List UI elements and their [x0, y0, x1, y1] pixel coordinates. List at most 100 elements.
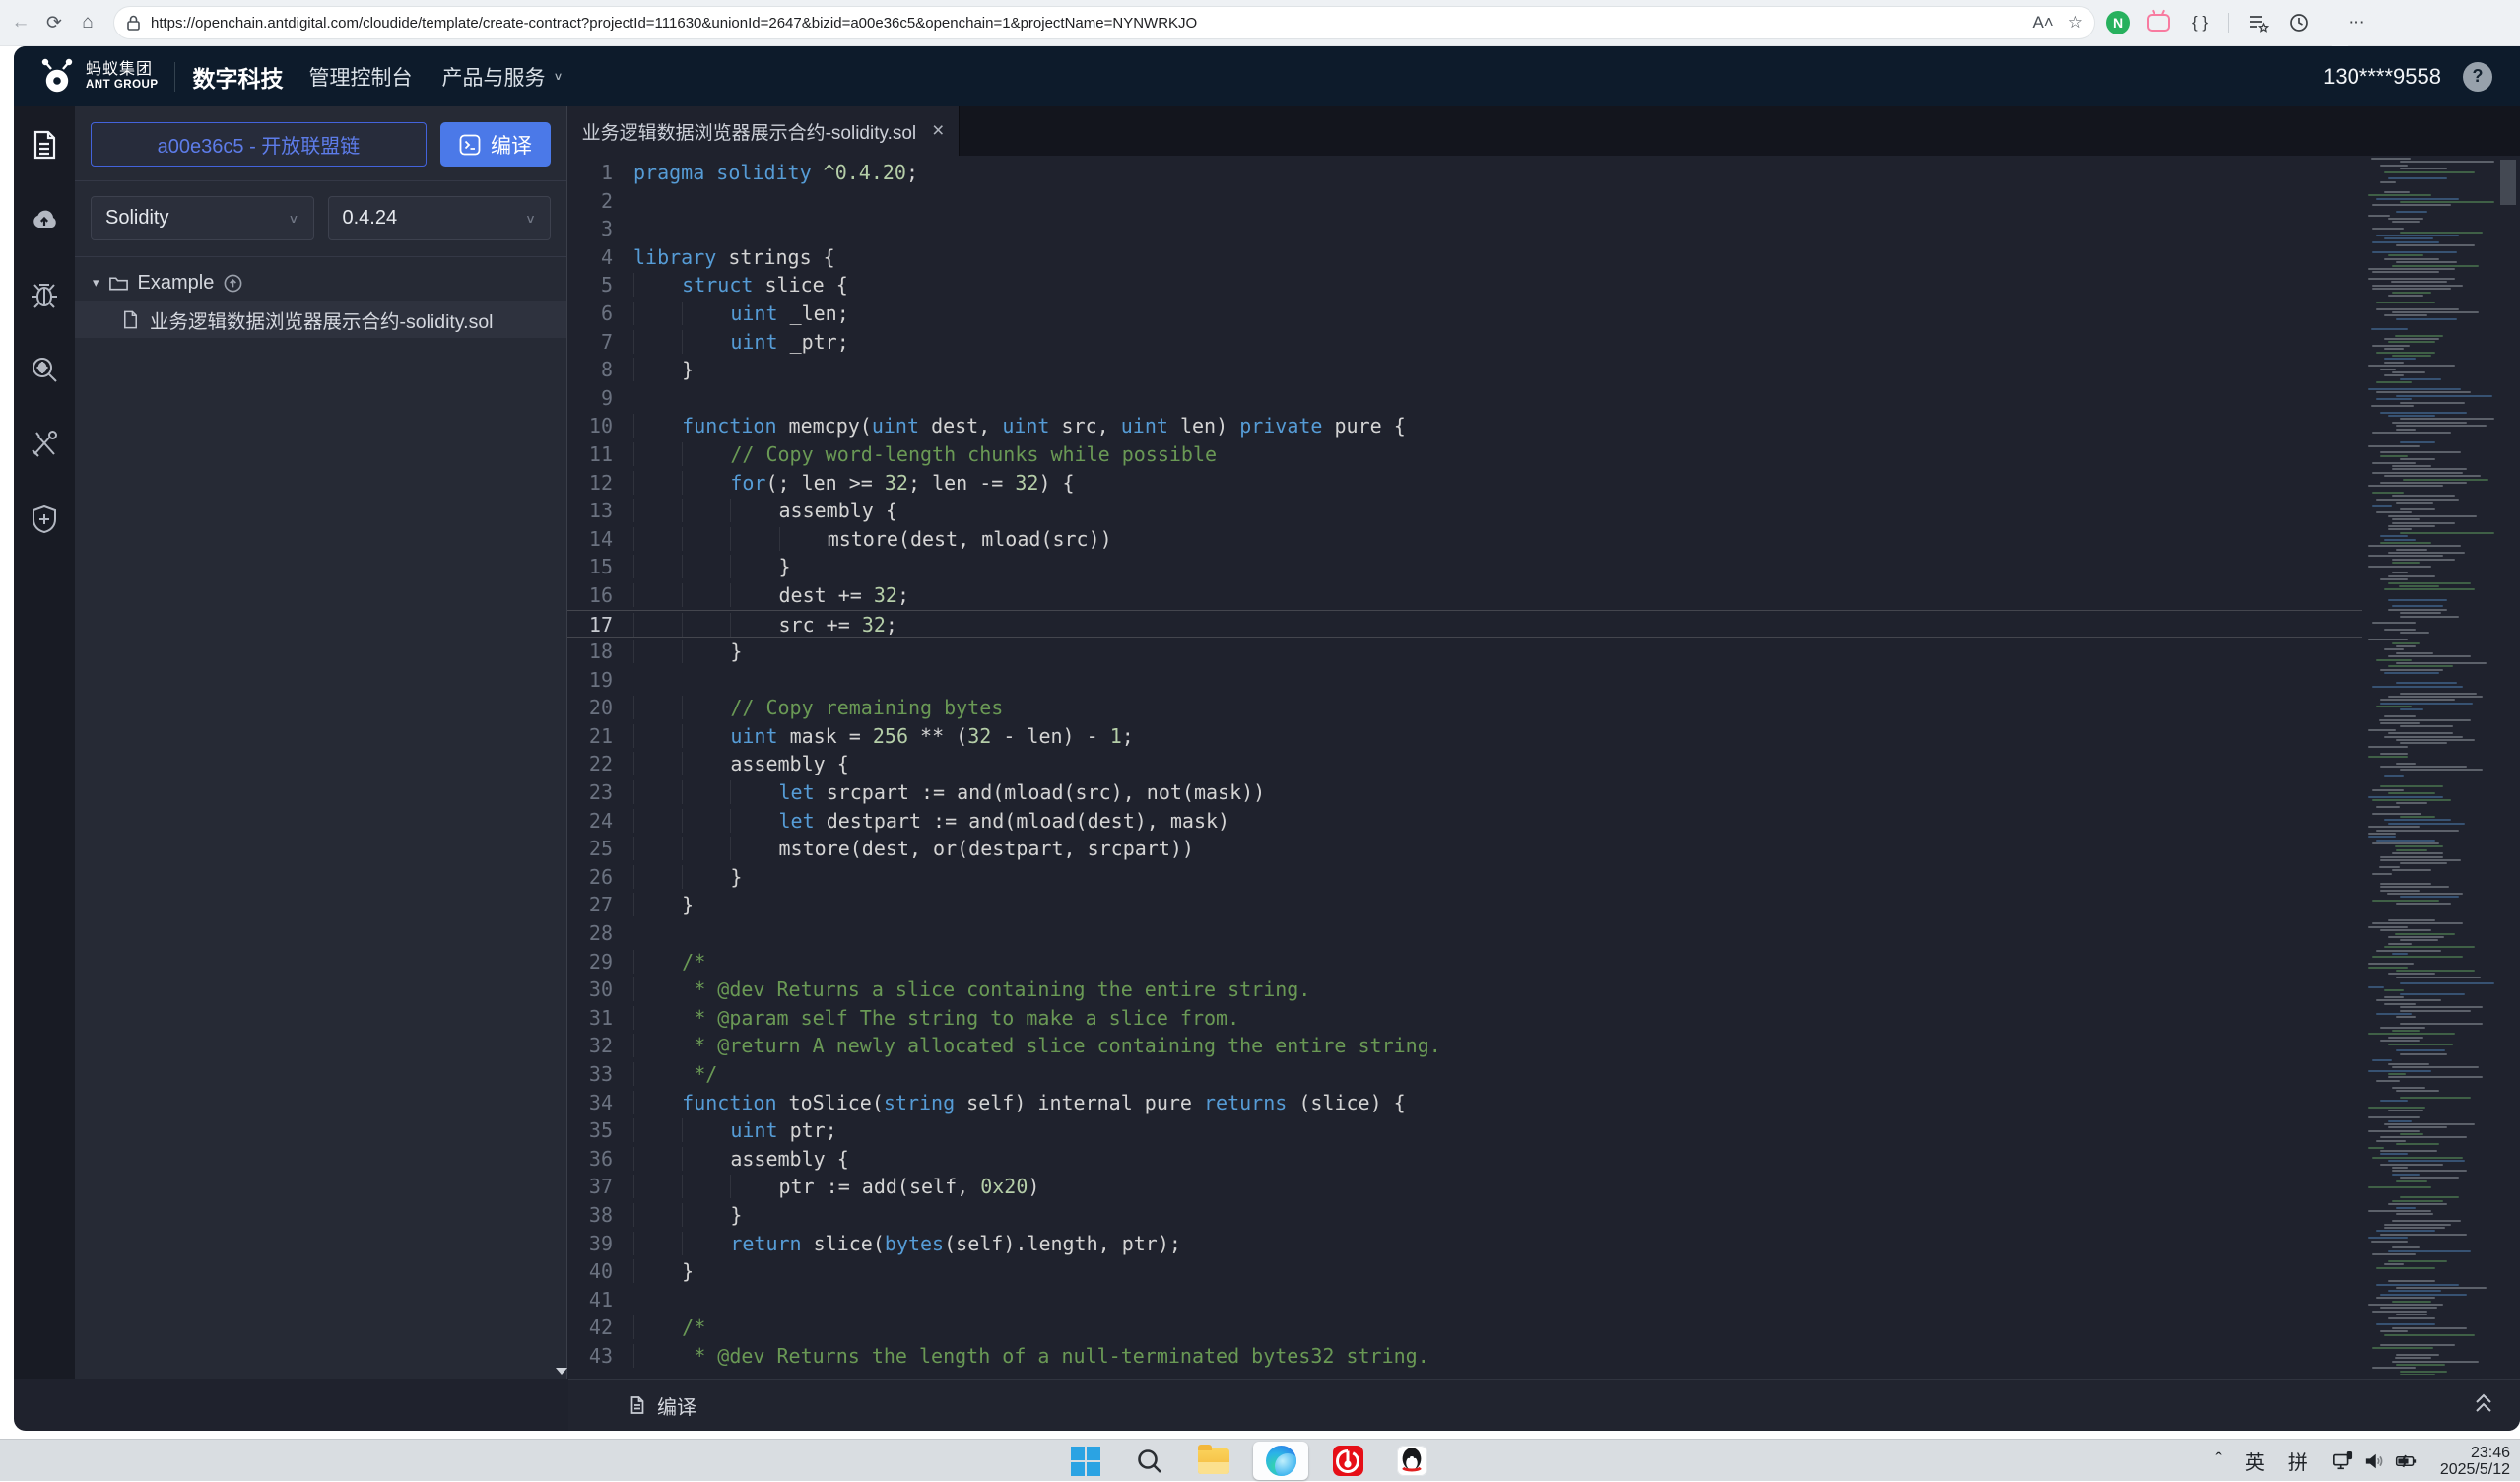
user-phone-number[interactable]: 130****9558 — [2323, 64, 2441, 90]
history-icon[interactable] — [2287, 10, 2312, 35]
code-line[interactable]: 8 } — [567, 356, 2362, 384]
code-line[interactable]: 17 src += 32; — [567, 610, 2362, 639]
clock[interactable]: 23:46 2025/5/12 — [2440, 1445, 2510, 1478]
debug-bug-icon[interactable] — [28, 278, 61, 311]
code-line[interactable]: 25 mstore(dest, or(destpart, srcpart)) — [567, 835, 2362, 863]
version-select[interactable]: 0.4.24 ∨ — [328, 196, 552, 240]
security-shield-icon[interactable] — [28, 503, 61, 536]
tree-expand-icon[interactable]: ▾ — [93, 275, 99, 291]
code-line[interactable]: 19 — [567, 666, 2362, 695]
home-icon[interactable]: ⌂ — [75, 10, 100, 35]
code-line[interactable]: 39 return slice(bytes(self).length, ptr)… — [567, 1230, 2362, 1258]
code-line[interactable]: 18 } — [567, 638, 2362, 666]
tray-expand-icon[interactable]: ˆ — [2215, 1450, 2221, 1472]
battery-charging-icon[interactable] — [2395, 1450, 2417, 1472]
code-line[interactable]: 36 assembly { — [567, 1145, 2362, 1174]
code-line[interactable]: 28 — [567, 919, 2362, 948]
refresh-icon[interactable]: ⟳ — [41, 10, 67, 35]
braces-extension-icon[interactable]: { } — [2187, 10, 2213, 35]
code-line[interactable]: 21 uint mask = 256 ** (32 - len) - 1; — [567, 722, 2362, 751]
sync-upload-icon[interactable] — [223, 273, 243, 294]
code-line[interactable]: 38 } — [567, 1201, 2362, 1230]
code-line[interactable]: 29 /* — [567, 948, 2362, 977]
tree-folder-example[interactable]: ▾ Example — [75, 265, 566, 301]
code-line[interactable]: 4library strings { — [567, 243, 2362, 272]
ant-group-logo[interactable]: 蚂蚁集团 ANT GROUP — [37, 57, 159, 97]
code-line[interactable]: 2 — [567, 187, 2362, 216]
code-line[interactable]: 13 assembly { — [567, 497, 2362, 525]
code-editor[interactable]: 1pragma solidity ^0.4.20;234library stri… — [567, 156, 2520, 1379]
file-explorer-icon[interactable] — [1197, 1445, 1230, 1478]
code-line[interactable]: 23 let srcpart := and(mload(src), not(ma… — [567, 778, 2362, 807]
code-line[interactable]: 20 // Copy remaining bytes — [567, 694, 2362, 722]
code-line[interactable]: 7 uint _ptr; — [567, 328, 2362, 357]
code-line[interactable]: 33 */ — [567, 1060, 2362, 1089]
code-line[interactable]: 15 } — [567, 553, 2362, 581]
code-line[interactable]: 5 struct slice { — [567, 271, 2362, 300]
code-line[interactable]: 35 uint ptr; — [567, 1116, 2362, 1145]
ime-english-indicator[interactable]: 英 — [2245, 1447, 2265, 1475]
code-line[interactable]: 3 — [567, 215, 2362, 243]
read-aloud-icon[interactable]: A˄ — [2032, 13, 2053, 33]
code-line[interactable]: 27 } — [567, 891, 2362, 919]
url-text[interactable]: https://openchain.antdigital.com/cloudid… — [151, 15, 2019, 32]
code-line[interactable]: 9 — [567, 384, 2362, 413]
settings-more-icon[interactable]: ⋯ — [2344, 10, 2369, 35]
speaker-icon[interactable] — [2363, 1450, 2385, 1472]
nav-console-link[interactable]: 管理控制台 — [309, 62, 413, 92]
code-line[interactable]: 42 /* — [567, 1314, 2362, 1342]
windows-start-icon[interactable] — [1069, 1445, 1102, 1478]
bug-search-icon[interactable] — [28, 353, 61, 386]
cloud-upload-icon[interactable] — [28, 203, 61, 236]
code-line[interactable]: 31 * @param self The string to make a sl… — [567, 1004, 2362, 1033]
code-lines-container[interactable]: 1pragma solidity ^0.4.20;234library stri… — [567, 159, 2362, 1379]
language-select[interactable]: Solidity ∨ — [91, 196, 314, 240]
code-line[interactable]: 16 dest += 32; — [567, 581, 2362, 610]
bilibili-icon[interactable] — [2146, 10, 2171, 35]
code-line[interactable]: 14 mstore(dest, mload(src)) — [567, 525, 2362, 554]
favorite-star-icon[interactable]: ☆ — [2068, 13, 2083, 33]
scrollbar-thumb[interactable] — [2500, 160, 2516, 205]
editor-tab-active[interactable]: 业务逻辑数据浏览器展示合约-solidity.sol × — [567, 106, 960, 156]
code-line[interactable]: 10 function memcpy(uint dest, uint src, … — [567, 412, 2362, 440]
minimap[interactable] — [2368, 158, 2494, 1375]
extension-n-icon[interactable]: N — [2106, 11, 2130, 34]
code-line[interactable]: 43 * @dev Returns the length of a null-t… — [567, 1342, 2362, 1371]
close-icon[interactable]: × — [932, 119, 944, 143]
nav-services-link[interactable]: 产品与服务∨ — [442, 62, 564, 92]
edge-browser-icon-active[interactable] — [1253, 1442, 1308, 1480]
line-number: 32 — [567, 1032, 613, 1060]
address-bar[interactable]: https://openchain.antdigital.com/cloudid… — [114, 7, 2094, 38]
code-line[interactable]: 40 } — [567, 1257, 2362, 1286]
editor-scrollbar[interactable] — [2498, 158, 2518, 1377]
code-line[interactable]: 1pragma solidity ^0.4.20; — [567, 159, 2362, 187]
panel-scroll-down-arrow[interactable] — [556, 1368, 567, 1375]
expand-panel-icon[interactable] — [2473, 1390, 2494, 1421]
qq-icon[interactable] — [1395, 1445, 1428, 1478]
chain-endpoint-box[interactable]: a00e36c5 - 开放联盟链 — [91, 122, 427, 167]
files-explorer-icon[interactable] — [28, 128, 61, 162]
bottom-compile-tab[interactable]: 编译 — [628, 1391, 696, 1420]
network-display-icon[interactable] — [2332, 1450, 2354, 1472]
collections-icon[interactable] — [2245, 10, 2271, 35]
code-line[interactable]: 34 function toSlice(string self) interna… — [567, 1089, 2362, 1117]
tools-icon[interactable] — [28, 428, 61, 461]
tree-file-selected[interactable]: 业务逻辑数据浏览器展示合约-solidity.sol — [75, 301, 566, 338]
compile-button[interactable]: 编译 — [440, 122, 551, 167]
code-line[interactable]: 26 } — [567, 863, 2362, 892]
ime-pinyin-indicator[interactable]: 拼 — [2288, 1447, 2308, 1475]
code-line[interactable]: 41 — [567, 1286, 2362, 1314]
code-line[interactable]: 37 ptr := add(self, 0x20) — [567, 1173, 2362, 1201]
back-icon[interactable]: ← — [8, 10, 33, 35]
code-line[interactable]: 11 // Copy word-length chunks while poss… — [567, 440, 2362, 469]
code-line[interactable]: 30 * @dev Returns a slice containing the… — [567, 976, 2362, 1004]
code-line[interactable]: 12 for(; len >= 32; len -= 32) { — [567, 469, 2362, 498]
code-line[interactable]: 6 uint _len; — [567, 300, 2362, 328]
code-line[interactable]: 24 let destpart := and(mload(dest), mask… — [567, 807, 2362, 836]
netease-music-icon[interactable] — [1331, 1445, 1364, 1478]
help-icon[interactable]: ? — [2463, 62, 2492, 92]
code-line[interactable]: 32 * @return A newly allocated slice con… — [567, 1032, 2362, 1060]
nav-digital-tech[interactable]: 数字科技 — [193, 60, 284, 94]
taskbar-search-icon[interactable] — [1133, 1445, 1166, 1478]
code-line[interactable]: 22 assembly { — [567, 750, 2362, 778]
